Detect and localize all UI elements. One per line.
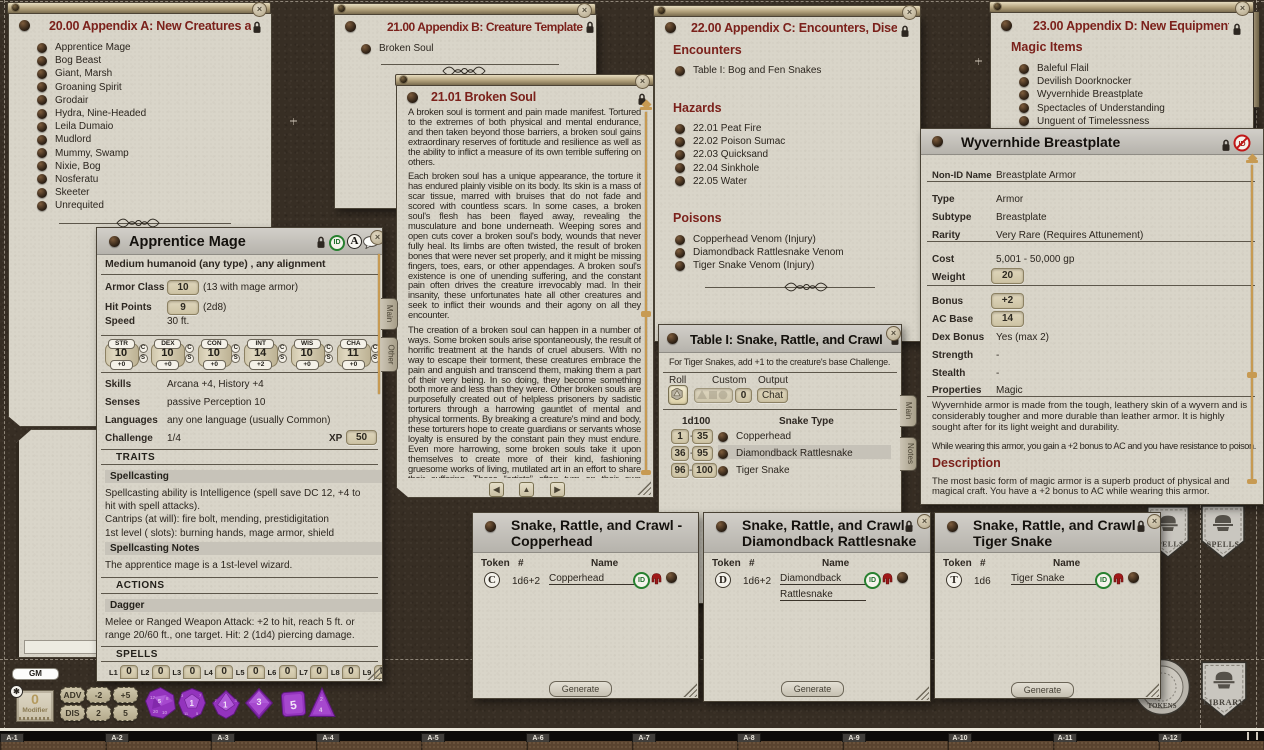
svg-text:SPELLS: SPELLS [1207,540,1240,549]
svg-text:LIBRARY: LIBRARY [1203,698,1245,707]
svg-text:12: 12 [150,695,156,700]
svg-text:1: 1 [223,701,228,710]
svg-text:20: 20 [153,709,159,714]
svg-text:3: 3 [257,697,262,707]
svg-text:TOKENS: TOKENS [1147,702,1176,710]
svg-text:10: 10 [162,710,168,715]
svg-text:2: 2 [320,697,323,703]
svg-text:5: 5 [158,699,161,705]
svg-text:1: 1 [190,699,195,708]
